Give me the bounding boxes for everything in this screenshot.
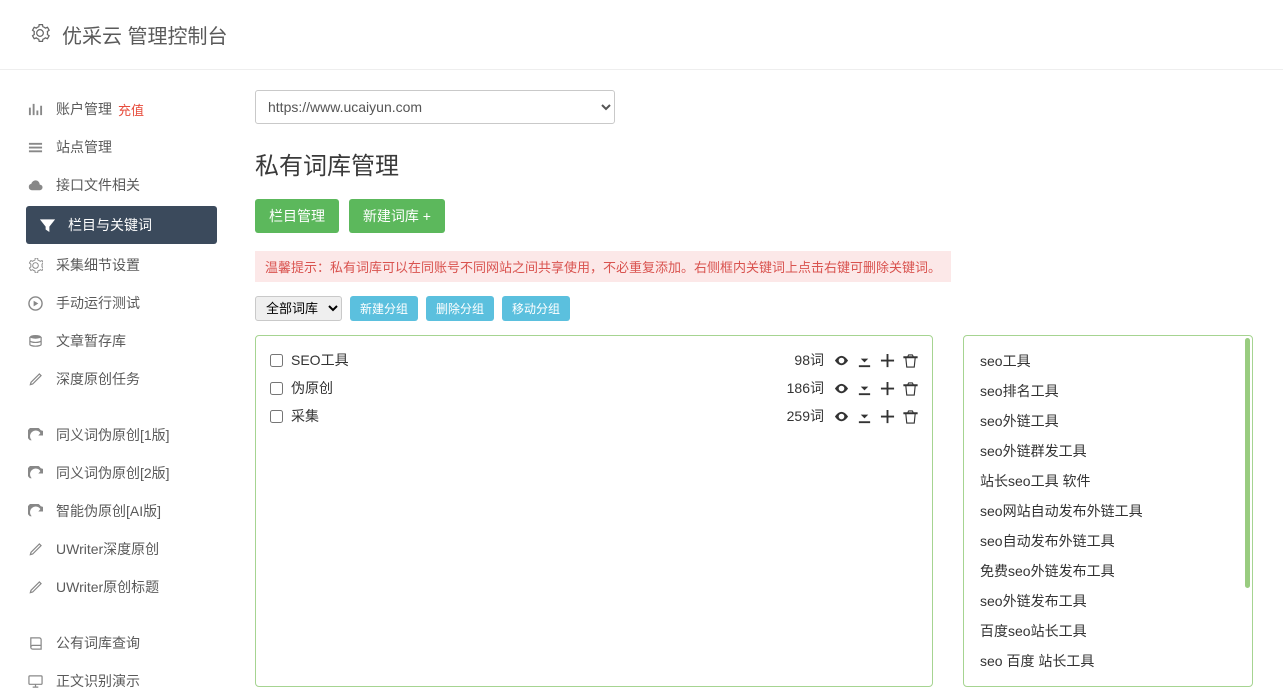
wordlib-checkbox[interactable]	[270, 354, 283, 367]
site-select[interactable]: https://www.ucaiyun.com	[255, 90, 615, 124]
refresh-icon	[26, 466, 44, 481]
wordlib-name: 采集	[291, 406, 787, 426]
sidebar-item-label: 同义词伪原创[2版]	[56, 463, 170, 483]
refresh-icon	[26, 504, 44, 519]
sidebar-item-main-4[interactable]: 采集细节设置	[8, 246, 225, 284]
sidebar-item-main-5[interactable]: 手动运行测试	[8, 284, 225, 322]
wordlib-count: 98词	[794, 350, 824, 370]
edit-icon	[26, 542, 44, 557]
cloud-icon	[26, 178, 44, 193]
sidebar-item-main-2[interactable]: 接口文件相关	[8, 166, 225, 204]
wordlib-row: 伪原创186词	[270, 374, 918, 402]
page-title: 私有词库管理	[255, 146, 1253, 181]
wordlib-count: 186词	[787, 378, 824, 398]
sidebar-item-label: UWriter深度原创	[56, 539, 159, 559]
wordlib-name: 伪原创	[291, 378, 787, 398]
sidebar-badge: 充值	[118, 100, 144, 119]
wordlib-name: SEO工具	[291, 350, 794, 370]
sidebar-item-label: 智能伪原创[AI版]	[56, 501, 161, 521]
sidebar-item-extra-0[interactable]: 公有词库查询	[8, 624, 225, 662]
keyword-item[interactable]: seo网站自动发布外链工具	[978, 496, 1238, 526]
sidebar-item-main-0[interactable]: 账户管理充值	[8, 90, 225, 128]
keyword-item[interactable]: seo自动发布外链工具	[978, 526, 1238, 556]
wordlib-checkbox[interactable]	[270, 410, 283, 423]
download-icon[interactable]	[857, 353, 872, 368]
keyword-panel: seo工具seo排名工具seo外链工具seo外链群发工具站长seo工具 软件se…	[963, 335, 1253, 687]
download-icon[interactable]	[857, 381, 872, 396]
download-icon[interactable]	[857, 409, 872, 424]
filter-icon	[38, 218, 56, 233]
sidebar: 账户管理充值站点管理接口文件相关栏目与关键词采集细节设置手动运行测试文章暂存库深…	[0, 90, 225, 700]
sidebar-item-tools-3[interactable]: UWriter深度原创	[8, 530, 225, 568]
header: 优采云 管理控制台	[0, 0, 1283, 70]
wordlib-checkbox[interactable]	[270, 382, 283, 395]
brand-title: 优采云 管理控制台	[62, 20, 228, 49]
sidebar-item-label: 手动运行测试	[56, 293, 140, 313]
sidebar-item-label: UWriter原创标题	[56, 577, 159, 597]
keyword-item[interactable]: 免费seo外链发布工具	[978, 556, 1238, 586]
sidebar-item-tools-2[interactable]: 智能伪原创[AI版]	[8, 492, 225, 530]
gears-icon	[26, 258, 44, 273]
sidebar-item-tools-0[interactable]: 同义词伪原创[1版]	[8, 416, 225, 454]
new-wordlib-button[interactable]: 新建词库 +	[349, 199, 445, 233]
trash-icon[interactable]	[903, 381, 918, 396]
plus-icon[interactable]	[880, 353, 895, 368]
sidebar-item-label: 深度原创任务	[56, 369, 140, 389]
wordlib-row: 采集259词	[270, 402, 918, 430]
plus-icon[interactable]	[880, 381, 895, 396]
edit-icon	[26, 580, 44, 595]
sidebar-item-label: 同义词伪原创[1版]	[56, 425, 170, 445]
refresh-icon	[26, 428, 44, 443]
hint-text: 温馨提示：私有词库可以在同账号不同网站之间共享使用，不必重复添加。右侧框内关键词…	[255, 251, 951, 282]
sidebar-item-tools-4[interactable]: UWriter原创标题	[8, 568, 225, 606]
wordlib-count: 259词	[787, 406, 824, 426]
sidebar-item-main-7[interactable]: 深度原创任务	[8, 360, 225, 398]
keyword-item[interactable]: seo外链群发工具	[978, 436, 1238, 466]
sidebar-item-label: 文章暂存库	[56, 331, 126, 351]
group-select[interactable]: 全部词库	[255, 296, 342, 321]
sidebar-item-extra-1[interactable]: 正文识别演示	[8, 662, 225, 700]
delete-group-button[interactable]: 删除分组	[426, 296, 494, 321]
keyword-item[interactable]: seo外链工具	[978, 406, 1238, 436]
keyword-item[interactable]: seo 百度 站长工具	[978, 646, 1238, 676]
trash-icon[interactable]	[903, 409, 918, 424]
edit-icon	[26, 372, 44, 387]
view-icon[interactable]	[834, 381, 849, 396]
database-icon	[26, 334, 44, 349]
wordlib-row: SEO工具98词	[270, 346, 918, 374]
new-group-button[interactable]: 新建分组	[350, 296, 418, 321]
play-icon	[26, 296, 44, 311]
keyword-item[interactable]: seo外链发布工具	[978, 586, 1238, 616]
trash-icon[interactable]	[903, 353, 918, 368]
sidebar-item-main-6[interactable]: 文章暂存库	[8, 322, 225, 360]
sidebar-item-label: 站点管理	[56, 137, 112, 157]
move-group-button[interactable]: 移动分组	[502, 296, 570, 321]
plus-icon[interactable]	[880, 409, 895, 424]
bar-chart-icon	[26, 102, 44, 117]
keyword-item[interactable]: seo排名工具	[978, 376, 1238, 406]
list-icon	[26, 140, 44, 155]
sidebar-item-main-1[interactable]: 站点管理	[8, 128, 225, 166]
main-content: https://www.ucaiyun.com 私有词库管理 栏目管理 新建词库…	[225, 90, 1283, 700]
sidebar-item-label: 采集细节设置	[56, 255, 140, 275]
sidebar-item-label: 账户管理	[56, 99, 112, 119]
sidebar-item-label: 接口文件相关	[56, 175, 140, 195]
keyword-item[interactable]: 站长seo工具 软件	[978, 466, 1238, 496]
monitor-icon	[26, 674, 44, 689]
wordlib-panel: SEO工具98词伪原创186词采集259词	[255, 335, 933, 687]
sidebar-item-label: 正文识别演示	[56, 671, 140, 691]
view-icon[interactable]	[834, 409, 849, 424]
sidebar-item-tools-1[interactable]: 同义词伪原创[2版]	[8, 454, 225, 492]
keyword-item[interactable]: 百度seo站长工具	[978, 616, 1238, 646]
column-manage-button[interactable]: 栏目管理	[255, 199, 339, 233]
sidebar-item-label: 栏目与关键词	[68, 215, 152, 235]
gear-icon	[30, 23, 50, 46]
sidebar-item-main-3[interactable]: 栏目与关键词	[26, 206, 217, 244]
book-icon	[26, 636, 44, 651]
sidebar-item-label: 公有词库查询	[56, 633, 140, 653]
view-icon[interactable]	[834, 353, 849, 368]
keyword-item[interactable]: seo工具	[978, 346, 1238, 376]
